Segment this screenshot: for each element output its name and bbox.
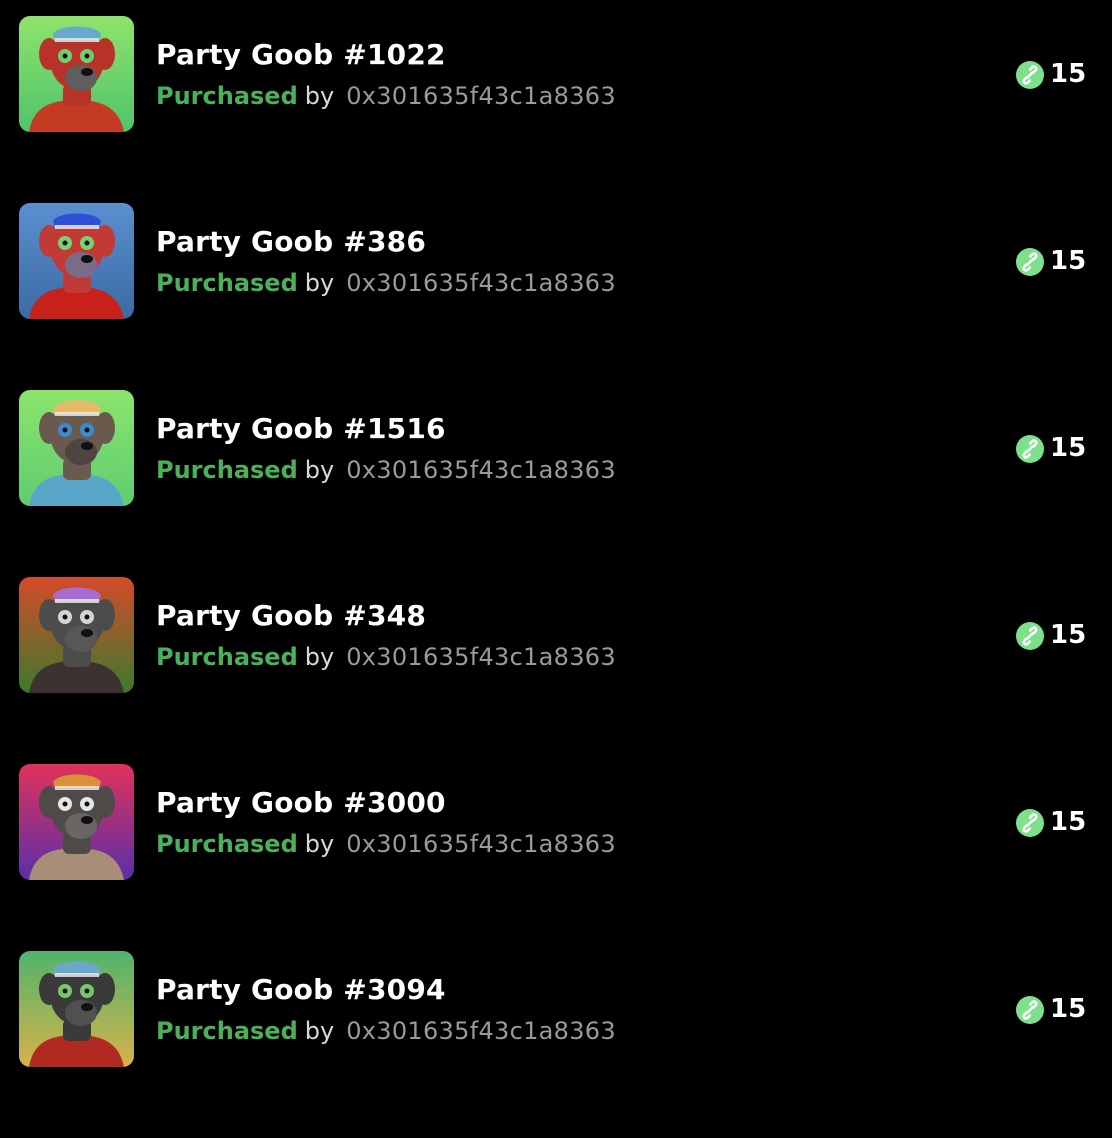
nft-title[interactable]: Party Goob #348: [156, 599, 426, 633]
activity-subtitle: Purchased by 0x301635f43c1a8363: [156, 81, 616, 111]
activity-row[interactable]: Party Goob #3094 Purchased by 0x301635f43c…: [0, 951, 1112, 1067]
activity-subtitle: Purchased by 0x301635f43c1a8363: [156, 829, 616, 859]
activity-status: Purchased: [156, 830, 298, 858]
activity-status: Purchased: [156, 82, 298, 110]
link-coin-icon: [1016, 809, 1044, 837]
price-amount: 15: [1050, 620, 1087, 650]
activity-list: Party Goob #1022 Purchased by 0x301635f43c…: [0, 16, 1112, 1138]
activity-row[interactable]: Party Goob #1516 Purchased by 0x301635f43c…: [0, 390, 1112, 506]
buyer-address[interactable]: 0x301635f43c1a8363: [346, 830, 616, 858]
nft-thumbnail[interactable]: [19, 577, 134, 693]
activity-status: Purchased: [156, 643, 298, 671]
price-amount: 15: [1050, 994, 1087, 1024]
buyer-address[interactable]: 0x301635f43c1a8363: [346, 456, 616, 484]
activity-status: Purchased: [156, 269, 298, 297]
nft-title[interactable]: Party Goob #386: [156, 225, 426, 259]
nft-avatar-image: [19, 390, 134, 506]
activity-row[interactable]: Party Goob #386 Purchased by 0x301635f43c1…: [0, 203, 1112, 319]
link-coin-icon: [1016, 248, 1044, 276]
link-coin-icon: [1016, 61, 1044, 89]
nft-thumbnail[interactable]: [19, 764, 134, 880]
buyer-address[interactable]: 0x301635f43c1a8363: [346, 1017, 616, 1045]
activity-subtitle: Purchased by 0x301635f43c1a8363: [156, 268, 616, 298]
nft-avatar-image: [19, 951, 134, 1067]
price-amount: 15: [1050, 246, 1087, 276]
price-amount: 15: [1050, 807, 1087, 837]
nft-avatar-image: [19, 764, 134, 880]
buyer-address[interactable]: 0x301635f43c1a8363: [346, 643, 616, 671]
nft-title[interactable]: Party Goob #1022: [156, 38, 446, 72]
by-label: by: [304, 830, 335, 858]
price-amount: 15: [1050, 433, 1087, 463]
link-coin-icon: [1016, 996, 1044, 1024]
nft-title[interactable]: Party Goob #3094: [156, 973, 446, 1007]
activity-subtitle: Purchased by 0x301635f43c1a8363: [156, 455, 616, 485]
by-label: by: [304, 456, 335, 484]
by-label: by: [304, 1017, 335, 1045]
nft-thumbnail[interactable]: [19, 16, 134, 132]
nft-thumbnail[interactable]: [19, 203, 134, 319]
nft-avatar-image: [19, 577, 134, 693]
nft-title[interactable]: Party Goob #1516: [156, 412, 446, 446]
activity-row[interactable]: Party Goob #3000 Purchased by 0x301635f43c…: [0, 764, 1112, 880]
buyer-address[interactable]: 0x301635f43c1a8363: [346, 269, 616, 297]
activity-row[interactable]: Party Goob #1022 Purchased by 0x301635f43c…: [0, 16, 1112, 132]
link-coin-icon: [1016, 622, 1044, 650]
activity-row[interactable]: Party Goob #348 Purchased by 0x301635f43c1…: [0, 577, 1112, 693]
link-coin-icon: [1016, 435, 1044, 463]
nft-thumbnail[interactable]: [19, 951, 134, 1067]
nft-avatar-image: [19, 16, 134, 132]
nft-thumbnail[interactable]: [19, 390, 134, 506]
nft-title[interactable]: Party Goob #3000: [156, 786, 446, 820]
by-label: by: [304, 269, 335, 297]
activity-status: Purchased: [156, 456, 298, 484]
activity-subtitle: Purchased by 0x301635f43c1a8363: [156, 1016, 616, 1046]
by-label: by: [304, 82, 335, 110]
nft-avatar-image: [19, 203, 134, 319]
by-label: by: [304, 643, 335, 671]
price-amount: 15: [1050, 59, 1087, 89]
activity-status: Purchased: [156, 1017, 298, 1045]
activity-subtitle: Purchased by 0x301635f43c1a8363: [156, 642, 616, 672]
buyer-address[interactable]: 0x301635f43c1a8363: [346, 82, 616, 110]
